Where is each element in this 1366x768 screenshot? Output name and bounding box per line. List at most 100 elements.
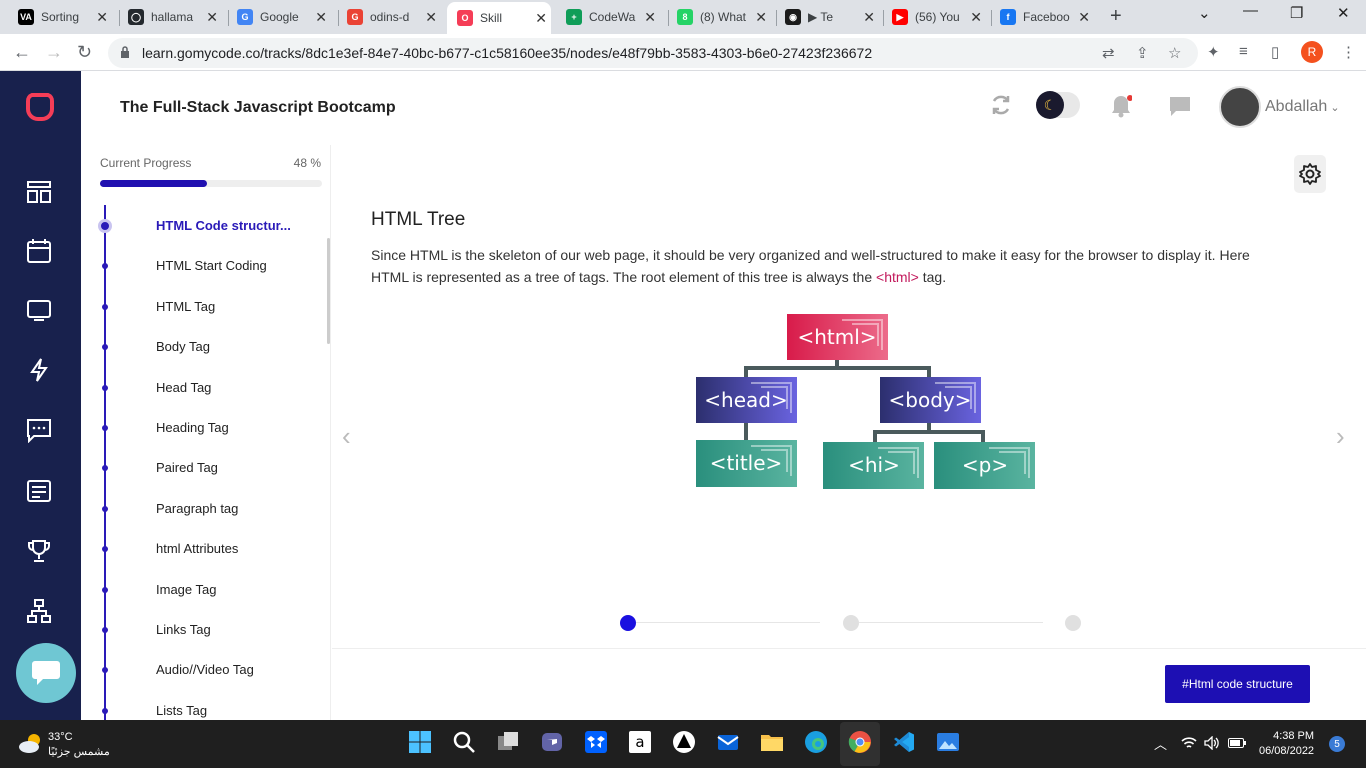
user-avatar[interactable] (1219, 86, 1261, 128)
close-tab-icon[interactable]: ✕ (755, 9, 767, 26)
browser-tab[interactable]: ▶ (56) You ✕ (886, 4, 986, 30)
notification-badge[interactable]: 5 (1329, 736, 1345, 752)
close-tab-icon[interactable]: ✕ (315, 9, 327, 26)
browser-tab[interactable]: f Faceboo ✕ (994, 4, 1094, 30)
browser-tab[interactable]: + CodeWa ✕ (560, 4, 660, 30)
dark-mode-toggle[interactable]: ☾ (1036, 91, 1080, 119)
html-code-structure-button[interactable]: #Html code structure (1165, 665, 1310, 703)
volume-icon[interactable] (1204, 736, 1220, 750)
gomycode-logo[interactable] (24, 89, 56, 121)
refresh-icon[interactable] (989, 93, 1013, 117)
maximize-button[interactable]: ❐ (1290, 4, 1303, 22)
step-dot-active[interactable] (620, 615, 636, 631)
address-bar[interactable]: learn.gomycode.co/tracks/8dc1e3ef-84e7-4… (108, 38, 1198, 68)
teams-chat-icon[interactable] (540, 730, 564, 754)
lesson-dot (102, 627, 108, 633)
wifi-icon[interactable] (1181, 736, 1197, 750)
sitemap-icon[interactable] (26, 598, 52, 624)
lesson-item[interactable]: Lists Tag (81, 701, 321, 721)
task-view-icon[interactable] (496, 730, 520, 754)
edge-icon[interactable] (804, 730, 828, 754)
support-chat-button[interactable] (16, 643, 76, 703)
new-tab-button[interactable]: + (1110, 5, 1122, 28)
gear-icon (1299, 163, 1321, 185)
lesson-item[interactable]: Links Tag (81, 620, 321, 640)
minimize-button[interactable]: — (1243, 2, 1258, 19)
browser-tab[interactable]: VA Sorting ✕ (12, 4, 112, 30)
close-tab-icon[interactable]: ✕ (644, 9, 656, 26)
lesson-item[interactable]: Body Tag (81, 337, 321, 357)
tray-overflow-icon[interactable]: ︿ (1154, 734, 1167, 753)
step-dot[interactable] (1065, 615, 1081, 631)
html-tree-diagram: <html> <head> <body> <title> <hi> <p> (696, 314, 1035, 489)
lesson-label: HTML Tag (156, 298, 216, 314)
forward-button[interactable]: → (45, 42, 63, 63)
back-button[interactable]: ← (13, 42, 31, 63)
share-icon[interactable]: ⇪ (1136, 44, 1149, 62)
user-name[interactable]: Abdallah ⌄ (1265, 98, 1340, 116)
browser-tab[interactable]: Godins-d ✕ (341, 4, 441, 30)
browser-tab[interactable]: ◉ ▶ Te ✕ (779, 4, 879, 30)
next-slide-arrow[interactable]: › (1336, 421, 1345, 452)
step-dot[interactable] (843, 615, 859, 631)
extensions-icon[interactable]: ✦ (1207, 43, 1220, 61)
lesson-scrollbar[interactable] (327, 238, 330, 344)
lightning-icon[interactable] (26, 357, 52, 383)
laptop-icon[interactable] (26, 297, 52, 323)
calendar-icon[interactable] (26, 238, 52, 264)
close-tab-icon[interactable]: ✕ (1078, 9, 1090, 26)
profile-avatar[interactable]: R (1301, 41, 1323, 63)
close-tab-icon[interactable]: ✕ (535, 10, 547, 27)
bookmark-star-icon[interactable]: ☆ (1168, 44, 1181, 62)
browser-menu-icon[interactable]: ⋮ (1341, 43, 1356, 61)
lesson-item[interactable]: HTML Code structur... (81, 216, 321, 236)
search-icon[interactable] (452, 730, 476, 754)
weather-widget[interactable]: 33°C مشمس جزئيًا (48, 730, 110, 760)
close-tab-icon[interactable]: ✕ (96, 9, 108, 26)
mail-icon[interactable] (716, 730, 740, 754)
browser-tab[interactable]: 8 (8) What ✕ (671, 4, 771, 30)
lesson-item[interactable]: Paired Tag (81, 458, 321, 478)
messages-icon[interactable] (26, 417, 52, 443)
previous-slide-arrow[interactable]: ‹ (342, 421, 351, 452)
lesson-dot (102, 465, 108, 472)
windows-start-icon[interactable] (408, 730, 432, 754)
close-tab-icon[interactable]: ✕ (863, 9, 875, 26)
settings-button[interactable] (1294, 155, 1326, 193)
browser-tab[interactable]: G Google ✕ (231, 4, 331, 30)
reload-button[interactable]: ↻ (77, 42, 92, 63)
tab-search-icon[interactable]: ⌄ (1198, 4, 1211, 22)
lesson-item[interactable]: Heading Tag (81, 418, 321, 438)
vscode-icon[interactable] (892, 730, 916, 754)
photos-icon[interactable] (936, 730, 960, 754)
tracks-icon[interactable] (26, 179, 52, 205)
battery-icon[interactable] (1228, 738, 1246, 748)
lesson-item[interactable]: Image Tag (81, 580, 321, 600)
dropbox-icon[interactable] (584, 730, 608, 754)
weather-icon[interactable] (18, 732, 44, 754)
media-control-icon[interactable]: ≡ (1239, 43, 1248, 60)
notifications-bell-icon[interactable] (1110, 94, 1132, 118)
close-window-button[interactable]: ✕ (1337, 4, 1350, 22)
translate-icon[interactable]: ⇄ (1102, 44, 1115, 62)
close-tab-icon[interactable]: ✕ (425, 9, 437, 26)
trophy-icon[interactable] (26, 538, 52, 564)
side-panel-icon[interactable]: ▯ (1271, 43, 1279, 61)
browser-tab[interactable]: O Skill ✕ (447, 2, 551, 34)
chat-icon[interactable] (1168, 95, 1192, 117)
lesson-item[interactable]: HTML Tag (81, 297, 321, 317)
app-icon[interactable] (672, 730, 696, 754)
file-explorer-icon[interactable] (760, 730, 784, 754)
lesson-item[interactable]: Paragraph tag (81, 499, 321, 519)
clock[interactable]: 4:38 PM 06/08/2022 (1259, 729, 1314, 759)
close-tab-icon[interactable]: ✕ (970, 9, 982, 26)
close-tab-icon[interactable]: ✕ (206, 9, 218, 26)
lesson-label: Image Tag (156, 581, 217, 597)
lesson-item[interactable]: html Attributes (81, 539, 321, 559)
lesson-item[interactable]: Head Tag (81, 378, 321, 398)
lesson-item[interactable]: Audio//Video Tag (81, 660, 321, 680)
lesson-item[interactable]: HTML Start Coding (81, 256, 321, 276)
amazon-icon[interactable]: a (628, 730, 652, 754)
document-icon[interactable] (26, 478, 52, 504)
browser-tab[interactable]: ◯ hallama ✕ (122, 4, 222, 30)
